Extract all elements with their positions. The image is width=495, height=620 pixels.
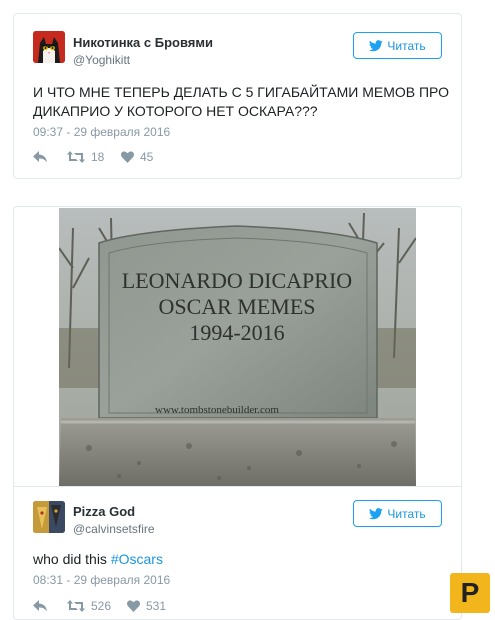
tweet-text-line: ДИКАПРИО У КОТОРОГО НЕТ ОСКАРА??? <box>33 103 318 119</box>
tweet-actions: 18 45 <box>33 150 153 164</box>
divider <box>14 486 461 487</box>
tombstone-image: LEONARDO DICAPRIO OSCAR MEMES 1994-2016 … <box>59 208 416 486</box>
retweet-count: 526 <box>91 599 112 613</box>
hashtag-link[interactable]: #Oscars <box>111 551 163 567</box>
tweet-card-1: Никотинка с Бровями @Yoghikitt Читать И … <box>13 13 462 179</box>
cat-avatar-icon <box>33 31 65 63</box>
heart-icon <box>121 151 134 163</box>
avatar[interactable] <box>33 501 65 533</box>
author-name[interactable]: Pizza God <box>73 504 135 519</box>
site-logo[interactable]: P <box>450 573 490 613</box>
follow-button[interactable]: Читать <box>353 500 442 527</box>
like-count: 531 <box>146 599 167 613</box>
reply-action[interactable] <box>33 600 67 612</box>
like-action[interactable]: 45 <box>121 150 153 164</box>
tweet-text-plain: who did this <box>33 551 111 567</box>
avatar[interactable] <box>33 31 65 63</box>
twitter-bird-icon <box>369 507 384 519</box>
tweet-actions: 526 531 <box>33 599 166 613</box>
reply-icon <box>33 151 47 163</box>
tweet-photo[interactable]: LEONARDO DICAPRIO OSCAR MEMES 1994-2016 … <box>59 208 416 486</box>
author-handle[interactable]: @Yoghikitt <box>73 53 130 67</box>
pizza-avatar-icon <box>33 501 65 533</box>
tomb-line-1: LEONARDO DICAPRIO <box>122 268 352 293</box>
tweet-timestamp[interactable]: 08:31 - 29 февраля 2016 <box>33 573 170 587</box>
retweet-icon <box>67 151 85 163</box>
tomb-website: www.tombstonebuilder.com <box>155 404 279 416</box>
tomb-line-2: OSCAR MEMES <box>158 294 315 319</box>
retweet-count: 18 <box>91 150 105 164</box>
reply-icon <box>33 600 47 612</box>
retweet-action[interactable]: 18 <box>67 150 121 164</box>
retweet-icon <box>67 600 85 612</box>
follow-label: Читать <box>387 38 426 53</box>
tweet-card-2: LEONARDO DICAPRIO OSCAR MEMES 1994-2016 … <box>13 206 462 620</box>
follow-button[interactable]: Читать <box>353 32 442 59</box>
heart-icon <box>127 600 140 612</box>
tweet-timestamp[interactable]: 09:37 - 29 февраля 2016 <box>33 125 170 139</box>
tweet-text: И ЧТО МНЕ ТЕПЕРЬ ДЕЛАТЬ С 5 ГИГАБАЙТАМИ … <box>33 83 453 121</box>
site-logo-letter: P <box>460 577 480 608</box>
author-handle[interactable]: @calvinsetsfire <box>73 522 155 536</box>
tweet-text-line: И ЧТО МНЕ ТЕПЕРЬ ДЕЛАТЬ С 5 ГИГАБАЙТАМИ … <box>33 84 449 100</box>
tomb-line-3: 1994-2016 <box>189 320 284 345</box>
follow-label: Читать <box>387 506 426 521</box>
like-count: 45 <box>140 150 154 164</box>
reply-action[interactable] <box>33 151 67 163</box>
retweet-action[interactable]: 526 <box>67 599 127 613</box>
tweet-text: who did this #Oscars <box>33 550 163 569</box>
author-name[interactable]: Никотинка с Бровями <box>73 35 213 50</box>
twitter-bird-icon <box>369 39 384 51</box>
like-action[interactable]: 531 <box>127 599 166 613</box>
